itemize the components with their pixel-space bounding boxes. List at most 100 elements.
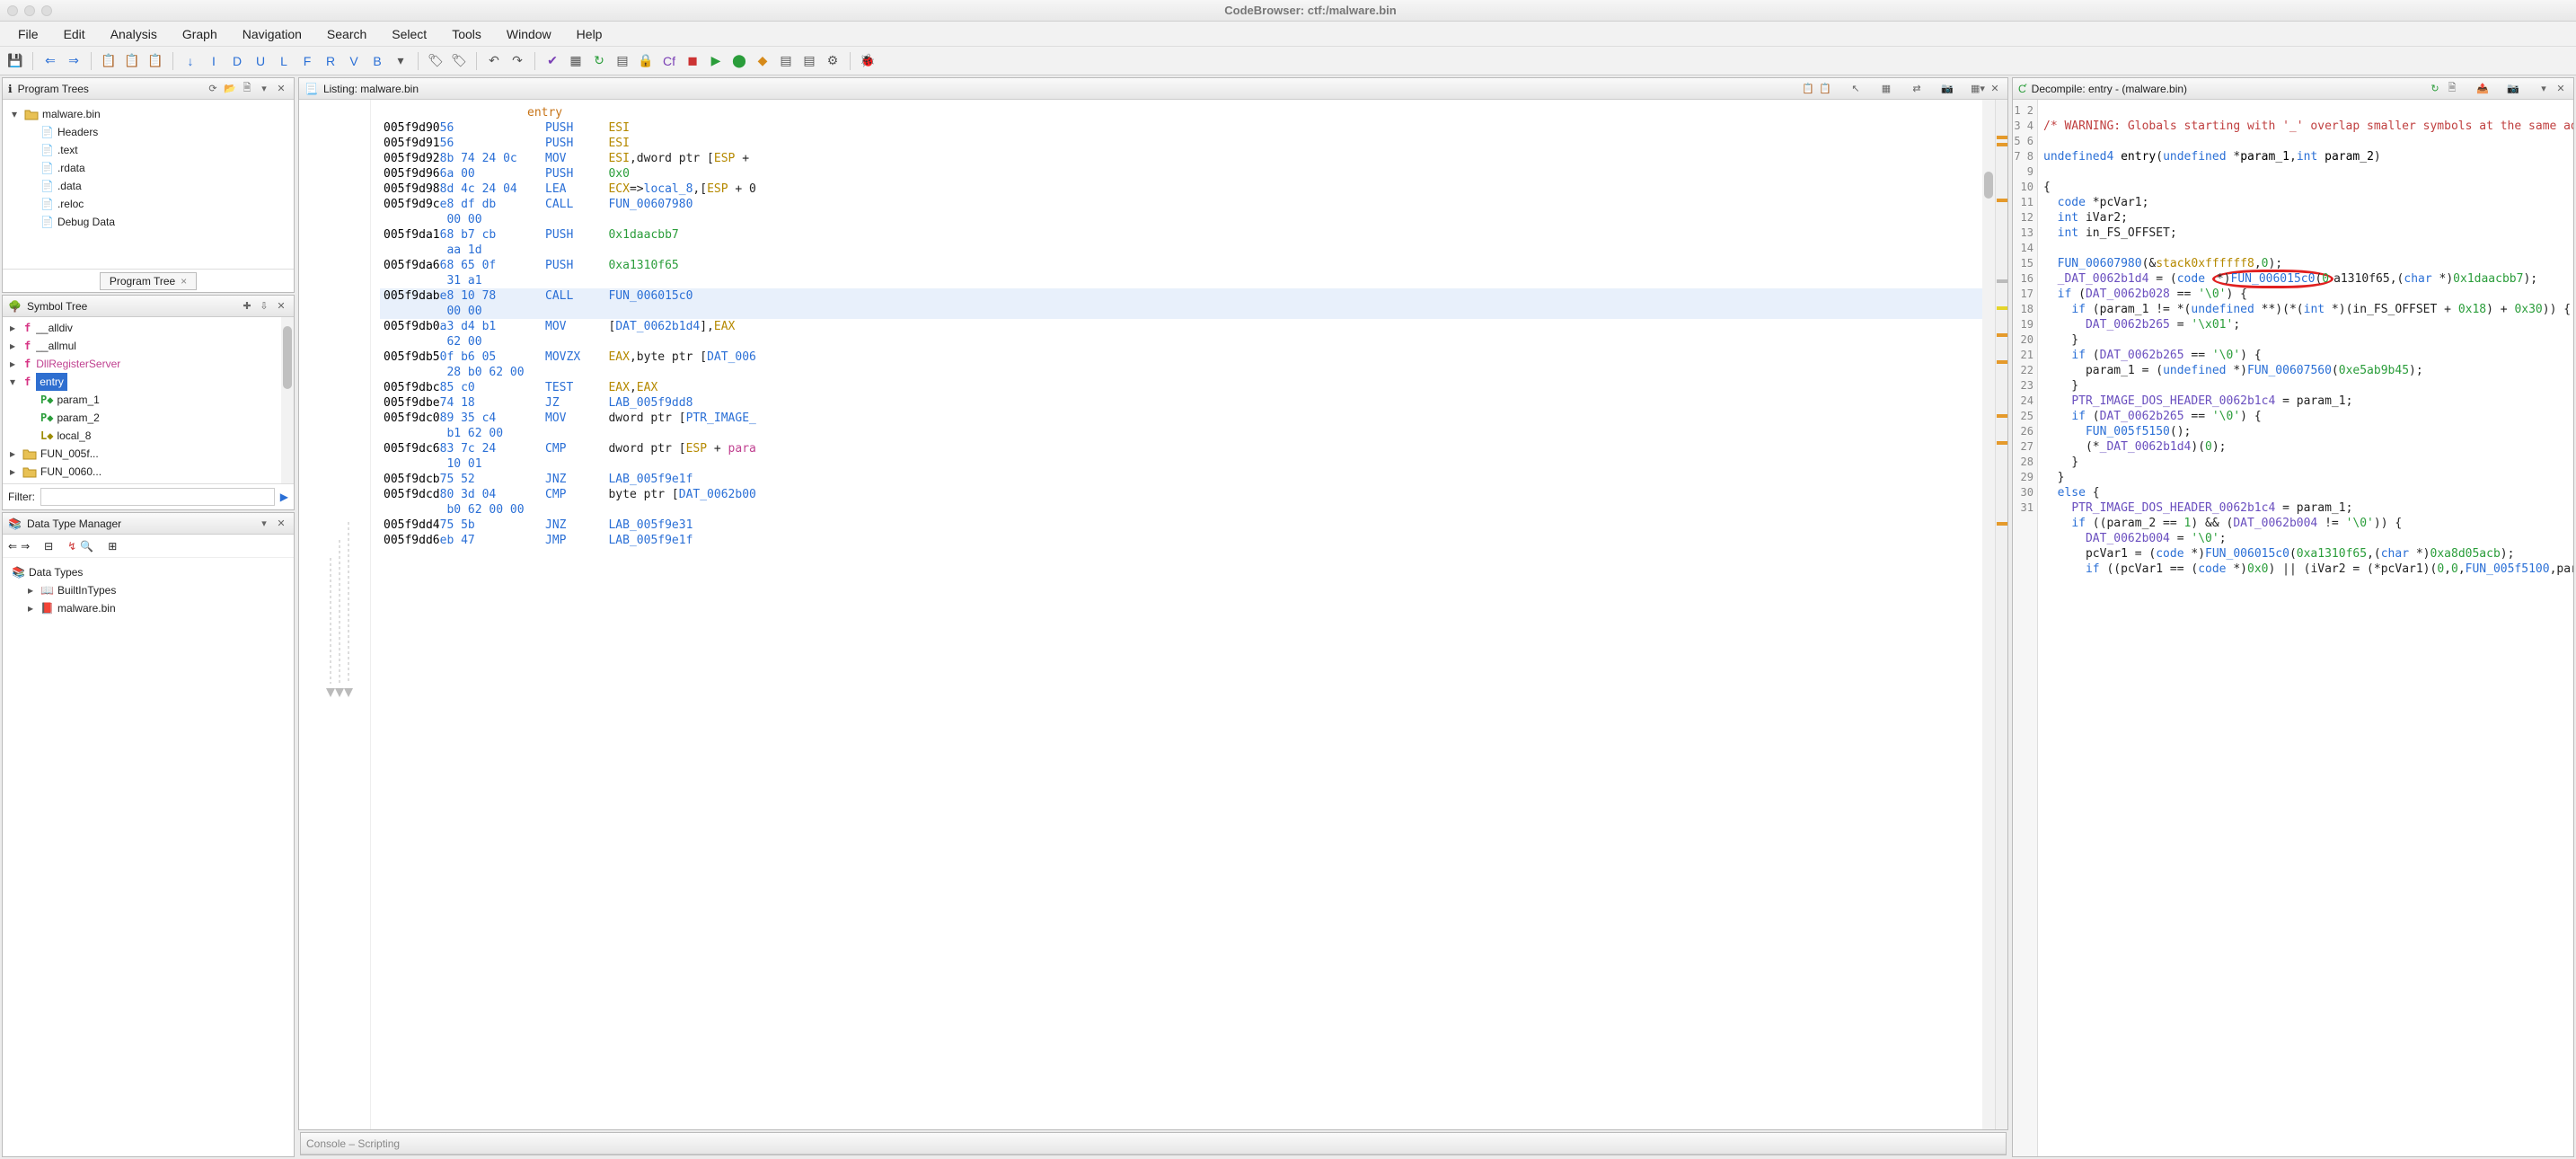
hierarchy-icon[interactable]: ⊞ [108, 540, 117, 553]
table-icon[interactable]: ▤ [613, 51, 632, 71]
listing-row[interactable]: 005f9dbc85 c0 TEST EAX,EAX [380, 380, 1995, 395]
decompile-line[interactable] [2043, 164, 2568, 180]
back-icon[interactable]: ⇐ [8, 540, 17, 553]
listing-row[interactable]: 005f9dd6eb 47 JMP LAB_005f9e1f [380, 533, 1995, 548]
close-tab-icon[interactable] [181, 275, 187, 288]
tag2-icon[interactable]: 🏷 [449, 51, 469, 71]
tree-item[interactable]: FUN_0060... [10, 463, 290, 481]
export-icon[interactable]: ▤ [799, 51, 819, 71]
halt-icon[interactable]: ◼ [683, 51, 702, 71]
listing-row[interactable]: 005f9da168 b7 cb PUSH 0x1daacbb7 [380, 227, 1995, 243]
decompile-line[interactable]: if (DAT_0062b028 == '\0') { [2043, 287, 2568, 302]
minimize-window-icon[interactable] [24, 5, 35, 16]
bug-icon[interactable]: 🐞 [858, 51, 878, 71]
menu-select[interactable]: Select [381, 23, 437, 45]
decompile-line[interactable]: if ((param_2 == 1) && (DAT_0062b004 != '… [2043, 516, 2568, 531]
tree-item[interactable]: Debug Data [40, 213, 288, 231]
decompile-line[interactable]: param_1 = (undefined *)FUN_00607560(0xe5… [2043, 363, 2568, 378]
menu-help[interactable]: Help [566, 23, 613, 45]
listing-row[interactable]: 005f9dcb75 52 JNZ LAB_005f9e1f [380, 472, 1995, 487]
listing-body[interactable]: entry005f9d9056 PUSH ESI005f9d9156 PUSH … [299, 100, 2007, 1129]
decompile-line[interactable]: } [2043, 378, 2568, 394]
check-icon[interactable]: ✔ [543, 51, 562, 71]
listing-row[interactable]: aa 1d [380, 243, 1995, 258]
close-icon[interactable] [1988, 82, 2002, 96]
menu-icon[interactable]: ▾ [257, 517, 271, 531]
listing-row[interactable]: 31 a1 [380, 273, 1995, 288]
letter-u-icon[interactable]: U [251, 51, 270, 71]
decompile-line[interactable]: _DAT_0062b1d4 = (code *)FUN_006015c0(0a1… [2043, 271, 2568, 287]
scrollbar[interactable] [281, 317, 294, 483]
import-icon[interactable]: ⇩ [257, 299, 271, 314]
listing-row[interactable]: 005f9d988d 4c 24 04 LEA ECX=>local_8,[ES… [380, 181, 1995, 197]
tree-root[interactable]: 📚Data Types [12, 563, 288, 581]
listing-row[interactable]: b0 62 00 00 [380, 502, 1995, 518]
letter-i-icon[interactable]: I [204, 51, 224, 71]
program-trees-body[interactable]: malware.bin Headers.text.rdata.data.relo… [3, 100, 294, 269]
redo-icon[interactable]: ↷ [507, 51, 527, 71]
decompile-line[interactable] [2043, 241, 2568, 256]
refresh-icon[interactable]: ↻ [2428, 82, 2442, 96]
cursor-icon[interactable]: ↖ [1848, 82, 1863, 96]
close-icon[interactable] [2554, 82, 2568, 96]
listing-overview[interactable] [1995, 100, 2007, 1129]
listing-row[interactable]: 005f9db50f b6 05 MOVZX EAX,byte ptr [DAT… [380, 349, 1995, 365]
disc-icon[interactable]: ⬤ [729, 51, 749, 71]
filter-types-icon[interactable]: ↯ [67, 540, 76, 553]
close-icon[interactable] [274, 299, 288, 314]
letter-f-icon[interactable]: F [297, 51, 317, 71]
decompile-line[interactable]: if (DAT_0062b265 == '\0') { [2043, 348, 2568, 363]
zoom-window-icon[interactable] [41, 5, 52, 16]
back-icon[interactable]: ⇐ [40, 51, 60, 71]
decompile-line[interactable]: { [2043, 180, 2568, 195]
dropdown-icon[interactable]: ▾ [391, 51, 410, 71]
dropdown-icon[interactable]: ▦▾ [1971, 82, 1985, 96]
decompile-line[interactable]: DAT_0062b004 = '\0'; [2043, 531, 2568, 546]
listing-row[interactable]: 28 b0 62 00 [380, 365, 1995, 380]
copy-icon[interactable]: 📋 [99, 51, 119, 71]
listing-row[interactable]: 005f9da668 65 0f PUSH 0xa1310f65 [380, 258, 1995, 273]
decompile-body[interactable]: 1 2 3 4 5 6 7 8 9 10 11 12 13 14 15 16 1… [2013, 100, 2573, 1156]
gear-icon[interactable]: ⚙ [823, 51, 842, 71]
listing-row[interactable]: 005f9d9ce8 df db CALL FUN_00607980 [380, 197, 1995, 212]
export-icon[interactable]: 📤 [2475, 82, 2490, 96]
paste-icon[interactable]: 📋 [122, 51, 142, 71]
refresh-icon[interactable]: ↻ [589, 51, 609, 71]
menu-navigation[interactable]: Navigation [232, 23, 313, 45]
tree-item[interactable]: .data [40, 177, 288, 195]
listing-row[interactable]: 005f9dc683 7c 24 CMP dword ptr [ESP + pa… [380, 441, 1995, 456]
tree-item[interactable]: f__allmul [10, 337, 290, 355]
doc-icon[interactable]: 🗎 [240, 82, 254, 96]
tree-item[interactable]: FUN_005f... [10, 445, 290, 463]
cycle-icon[interactable]: ⟳ [206, 82, 220, 96]
menu-edit[interactable]: Edit [53, 23, 96, 45]
close-window-icon[interactable] [7, 5, 18, 16]
undo-icon[interactable]: ↶ [484, 51, 504, 71]
tree-item[interactable]: 📖BuiltInTypes [28, 581, 288, 599]
tree-item[interactable]: fDllRegisterServer [10, 355, 290, 373]
paste-icon[interactable]: 📋 [1818, 82, 1832, 96]
listing-row[interactable]: 00 00 [380, 212, 1995, 227]
filter-input[interactable] [40, 488, 275, 506]
paste-special-icon[interactable]: 📋 [146, 51, 165, 71]
listing-row[interactable]: 005f9d966a 00 PUSH 0x0 [380, 166, 1995, 181]
listing-row[interactable]: 005f9d928b 74 24 0c MOV ESI,dword ptr [E… [380, 151, 1995, 166]
menu-window[interactable]: Window [496, 23, 562, 45]
tree-item[interactable]: .reloc [40, 195, 288, 213]
tree-item[interactable]: .rdata [40, 159, 288, 177]
tag-icon[interactable]: 🏷 [426, 51, 446, 71]
tree-item[interactable]: Headers [40, 123, 288, 141]
listing-row[interactable]: b1 62 00 [380, 426, 1995, 441]
folder-open-icon[interactable]: 📂 [223, 82, 237, 96]
copy-icon[interactable]: 📋 [1801, 82, 1815, 96]
diff-icon[interactable]: ⇄ [1910, 82, 1924, 96]
symbol-tree-body[interactable]: f__alldivf__allmulfDllRegisterServerfent… [3, 317, 294, 483]
save-icon[interactable]: 💾 [5, 51, 25, 71]
decompile-line[interactable]: code *pcVar1; [2043, 195, 2568, 210]
decompile-line[interactable]: int iVar2; [2043, 210, 2568, 226]
listing-row[interactable]: 005f9dbe74 18 JZ LAB_005f9dd8 [380, 395, 1995, 411]
filter-apply-icon[interactable]: ▶ [280, 491, 288, 503]
letter-b-icon[interactable]: B [367, 51, 387, 71]
letter-r-icon[interactable]: R [321, 51, 340, 71]
menu-analysis[interactable]: Analysis [100, 23, 168, 45]
